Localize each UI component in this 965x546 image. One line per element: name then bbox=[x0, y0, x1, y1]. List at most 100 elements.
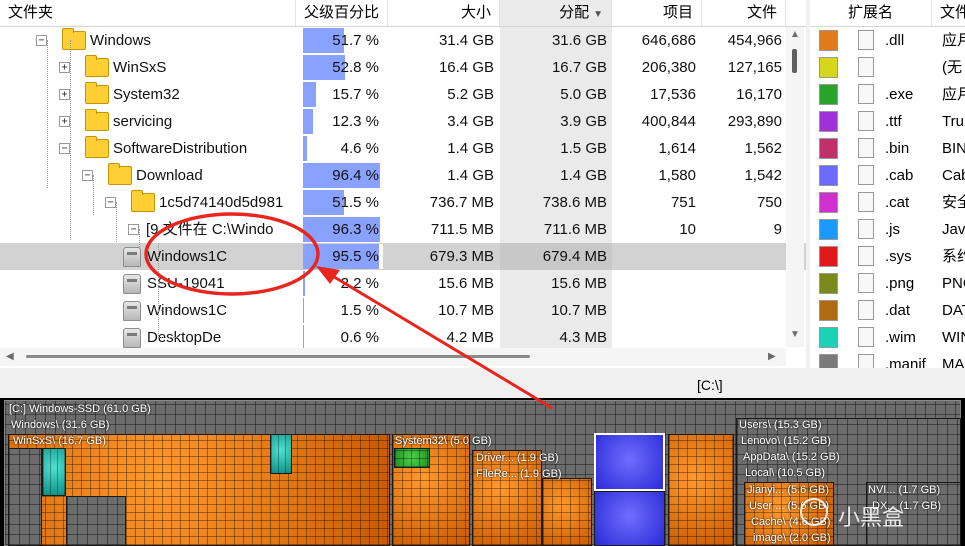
extension-row[interactable]: .ttf Tru bbox=[810, 108, 965, 135]
treemap-tile[interactable] bbox=[8, 448, 42, 546]
extension-row[interactable]: .cab Cab bbox=[810, 162, 965, 189]
parent-percent-cell: 1.5 % bbox=[303, 298, 383, 323]
folder-name-cell[interactable]: Windows1C bbox=[0, 297, 296, 324]
scroll-left-icon[interactable]: ◀ bbox=[6, 351, 14, 362]
extension-row[interactable]: .png PNC bbox=[810, 270, 965, 297]
files-count: 1,562 bbox=[744, 140, 782, 157]
extension-row[interactable]: .bin BIN bbox=[810, 135, 965, 162]
extension-row[interactable]: .manif MA bbox=[810, 351, 965, 368]
scroll-right-icon[interactable]: ▶ bbox=[768, 351, 776, 362]
collapse-icon[interactable]: − bbox=[105, 197, 116, 208]
folder-name-cell[interactable]: − 1c5d74140d5d981 bbox=[0, 189, 296, 216]
folder-name-cell[interactable]: + servicing bbox=[0, 108, 296, 135]
percent-bar-fill bbox=[303, 271, 305, 296]
folder-name-cell[interactable]: Windows1C bbox=[0, 243, 296, 270]
tree-connector-line bbox=[158, 243, 159, 338]
column-header-allocated[interactable]: 分配 ▼ bbox=[500, 0, 612, 26]
treemap-tile[interactable] bbox=[594, 491, 665, 546]
file-type-icon bbox=[858, 138, 874, 158]
table-row[interactable]: − 1c5d74140d5d981 51.5 % 736.7 MB 738.6 MB 75… bbox=[0, 189, 806, 216]
table-row[interactable]: + WinSxS 52.8 % 16.4 GB 16.7 GB 206,380 127,16… bbox=[0, 54, 806, 81]
treemap-tile[interactable] bbox=[668, 434, 734, 546]
folder-name-cell[interactable]: − Download bbox=[0, 162, 296, 189]
extension-row[interactable]: .wim WIN bbox=[810, 324, 965, 351]
horizontal-scrollbar[interactable]: ◀ ▶ bbox=[0, 348, 786, 366]
folder-name-cell[interactable]: SSU-19041 bbox=[0, 270, 296, 297]
folder-icon bbox=[131, 190, 155, 212]
tree-connector-line bbox=[158, 337, 178, 338]
table-row[interactable]: − Windows 51.7 % 31.4 GB 31.6 GB 646,686 454,9… bbox=[0, 27, 806, 54]
current-path: [C:\] bbox=[697, 377, 723, 393]
treemap-label-winsxs: WinSxS\ (16.7 GB) bbox=[13, 435, 106, 447]
collapse-icon[interactable]: − bbox=[128, 224, 139, 235]
treemap-tile[interactable] bbox=[42, 448, 66, 496]
scroll-thumb[interactable] bbox=[792, 49, 797, 73]
table-row[interactable]: + System32 15.7 % 5.2 GB 5.0 GB 17,536 16,170 bbox=[0, 81, 806, 108]
expand-icon[interactable]: + bbox=[59, 116, 70, 127]
treemap-selected-file[interactable] bbox=[594, 433, 665, 491]
treemap-label-image: image\ (2.0 GB) bbox=[753, 532, 831, 544]
extension-name: .sys bbox=[885, 248, 912, 265]
extension-description: Jav bbox=[942, 221, 965, 238]
treemap-driverstore[interactable] bbox=[472, 450, 542, 546]
treemap-tile[interactable] bbox=[66, 496, 126, 546]
treemap-label-lenovo: Lenovo\ (15.2 GB) bbox=[741, 435, 831, 447]
extension-description: 安全 bbox=[942, 194, 965, 211]
column-header-items[interactable]: 项目 bbox=[612, 0, 702, 26]
table-row[interactable]: Windows1C 1.5 % 10.7 MB 10.7 MB bbox=[0, 297, 806, 324]
expand-icon[interactable]: + bbox=[59, 89, 70, 100]
extension-row[interactable]: .cat 安全 bbox=[810, 189, 965, 216]
treemap-tile[interactable] bbox=[542, 478, 592, 546]
extension-row[interactable]: .dll 应月 bbox=[810, 27, 965, 54]
extension-row[interactable]: .js Jav bbox=[810, 216, 965, 243]
collapse-icon[interactable]: − bbox=[82, 170, 93, 181]
extension-row[interactable]: .dat DAT bbox=[810, 297, 965, 324]
folder-name-cell[interactable]: + WinSxS bbox=[0, 54, 296, 81]
treemap-tile[interactable] bbox=[394, 448, 430, 468]
extension-description: (无 bbox=[942, 59, 962, 76]
folder-name: WinSxS bbox=[113, 59, 167, 76]
files-count: 16,170 bbox=[736, 86, 782, 103]
folder-name-cell[interactable]: − SoftwareDistribution bbox=[0, 135, 296, 162]
expand-icon[interactable]: + bbox=[59, 62, 70, 73]
parent-percent-value: 15.7 % bbox=[332, 86, 379, 103]
scroll-up-icon[interactable]: ▲ bbox=[790, 29, 800, 40]
column-header-description[interactable]: 文件 bbox=[932, 0, 965, 26]
table-row[interactable]: DesktopDe 0.6 % 4.2 MB 4.3 MB bbox=[0, 324, 806, 351]
column-header-extension[interactable]: 扩展名 bbox=[810, 0, 932, 26]
file-type-icon bbox=[858, 57, 874, 77]
table-row[interactable]: SSU-19041 2.2 % 15.6 MB 15.6 MB bbox=[0, 270, 806, 297]
column-label: 扩展名 bbox=[848, 4, 894, 21]
column-header-size[interactable]: 大小 bbox=[388, 0, 500, 26]
extension-description: Cab bbox=[942, 167, 965, 184]
table-row[interactable]: − [9 文件在 C:\Windo 96.3 % 711.5 MB 711.6 MB 10… bbox=[0, 216, 806, 243]
treemap-tile[interactable] bbox=[270, 434, 292, 474]
table-row[interactable]: + servicing 12.3 % 3.4 GB 3.9 GB 400,844 293,8… bbox=[0, 108, 806, 135]
extension-row[interactable]: .exe 应月 bbox=[810, 81, 965, 108]
column-header-parent-percent[interactable]: 父级百分比 bbox=[296, 0, 388, 26]
table-row[interactable]: Windows1C 95.5 % 679.3 MB 679.4 MB bbox=[0, 243, 806, 270]
files-count: 750 bbox=[756, 194, 782, 211]
scroll-down-icon[interactable]: ▼ bbox=[790, 329, 800, 340]
folder-name: Download bbox=[136, 167, 203, 184]
column-label: 大小 bbox=[460, 4, 491, 21]
extension-row[interactable]: (无 bbox=[810, 54, 965, 81]
folder-name-cell[interactable]: DesktopDe bbox=[0, 324, 296, 351]
scroll-thumb[interactable] bbox=[26, 355, 530, 358]
folder-name-cell[interactable]: − [9 文件在 C:\Windo bbox=[0, 216, 296, 243]
folder-name-cell[interactable]: − Windows bbox=[0, 27, 296, 54]
table-row[interactable]: − Download 96.4 % 1.4 GB 1.4 GB 1,580 1,542 bbox=[0, 162, 806, 189]
parent-percent-value: 52.8 % bbox=[332, 59, 379, 76]
column-label: 文件 bbox=[746, 4, 777, 21]
collapse-icon[interactable]: − bbox=[36, 35, 47, 46]
table-row[interactable]: − SoftwareDistribution 4.6 % 1.4 GB 1.5 GB 1,… bbox=[0, 135, 806, 162]
watermark-logo-icon bbox=[800, 498, 828, 526]
extension-row[interactable]: .sys 系约 bbox=[810, 243, 965, 270]
collapse-icon[interactable]: − bbox=[59, 143, 70, 154]
items-count bbox=[612, 297, 696, 324]
column-header-files[interactable]: 文件 bbox=[702, 0, 786, 26]
extension-color-swatch bbox=[819, 165, 838, 186]
folder-name-cell[interactable]: + System32 bbox=[0, 81, 296, 108]
column-header-folder[interactable]: 文件夹 bbox=[0, 0, 296, 26]
vertical-scrollbar[interactable]: ▲ ▼ bbox=[786, 27, 804, 347]
